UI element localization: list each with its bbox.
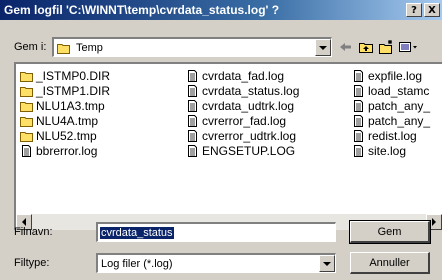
folder-icon	[20, 101, 33, 112]
list-item[interactable]: _ISTMP0.DIR	[20, 68, 110, 83]
list-item-label: redist.log	[368, 128, 417, 143]
file-list[interactable]: _ISTMP0.DIR _ISTMP1.DIR NLU1A3.tmp NLU4A.tm…	[14, 62, 442, 230]
close-button[interactable]: X	[424, 3, 440, 17]
dialog-title: Gem logfil 'C:\WINNT\temp\cvrdata_status…	[4, 3, 280, 17]
list-item-label: bbrerror.log	[36, 143, 98, 158]
document-icon	[188, 129, 197, 142]
cancel-button[interactable]: Annuller	[350, 252, 430, 274]
save-button[interactable]: Gem	[349, 220, 431, 244]
folder-icon	[20, 71, 33, 82]
document-icon	[354, 114, 363, 127]
list-item[interactable]: redist.log	[352, 128, 430, 143]
filetype-label: Filtype:	[14, 257, 50, 269]
document-icon	[188, 69, 197, 82]
file-column-2: cvrdata_fad.log cvrdata_status.log cvrdata…	[186, 68, 299, 158]
document-icon	[354, 129, 363, 142]
view-menu-icon[interactable]	[398, 39, 420, 55]
list-item-label: cvrdata_status.log	[202, 83, 300, 98]
list-item-label: _ISTMP1.DIR	[36, 83, 111, 98]
back-arrow-icon[interactable]	[338, 39, 354, 55]
new-folder-icon[interactable]	[378, 39, 394, 55]
list-item-label: cvrdata_udtrk.log	[202, 98, 295, 113]
document-icon	[188, 99, 197, 112]
list-item-label: ENGSETUP.LOG	[202, 143, 296, 158]
list-item[interactable]: _ISTMP1.DIR	[20, 83, 110, 98]
list-item[interactable]: cvrerror_udtrk.log	[186, 128, 299, 143]
help-button[interactable]: ?	[406, 3, 422, 17]
folder-icon	[20, 131, 33, 142]
list-item-label: NLU1A3.tmp	[36, 98, 105, 113]
up-folder-icon[interactable]	[358, 39, 374, 55]
location-label: Gem i:	[14, 41, 47, 53]
filetype-combo[interactable]: Log filer (*.log)	[96, 253, 336, 273]
list-item[interactable]: patch_any_	[352, 98, 430, 113]
list-item[interactable]: NLU52.tmp	[20, 128, 110, 143]
filename-value: cvrdata_status	[100, 226, 174, 239]
folder-icon	[20, 86, 33, 97]
list-item-label: NLU4A.tmp	[36, 113, 99, 128]
filetype-value: Log filer (*.log)	[101, 257, 173, 270]
list-item[interactable]: cvrdata_status.log	[186, 83, 299, 98]
list-item[interactable]: NLU1A3.tmp	[20, 98, 110, 113]
document-icon	[354, 144, 363, 157]
filename-input[interactable]: cvrdata_status	[96, 222, 336, 242]
document-icon	[188, 144, 197, 157]
chevron-down-icon	[319, 45, 327, 50]
document-icon	[22, 144, 31, 157]
list-item-label: expfile.log	[368, 68, 423, 83]
list-item[interactable]: expfile.log	[352, 68, 430, 83]
list-item-label: cvrerror_fad.log	[202, 113, 287, 128]
list-item-label: NLU52.tmp	[36, 128, 97, 143]
list-item[interactable]: load_stamc	[352, 83, 430, 98]
list-item[interactable]: site.log	[352, 143, 430, 158]
list-item-label: load_stamc	[368, 83, 430, 98]
location-combo[interactable]: Temp	[52, 37, 332, 57]
list-item[interactable]: ENGSETUP.LOG	[186, 143, 299, 158]
document-icon	[354, 99, 363, 112]
chevron-down-icon	[323, 261, 331, 266]
file-column-3: expfile.log load_stamc patch_any_ patch_any…	[352, 68, 430, 158]
list-item[interactable]: NLU4A.tmp	[20, 113, 110, 128]
arrow-right-icon	[432, 218, 436, 226]
list-item-label: cvrerror_udtrk.log	[202, 128, 297, 143]
folder-icon	[57, 43, 70, 54]
file-column-1: _ISTMP0.DIR _ISTMP1.DIR NLU1A3.tmp NLU4A.tm…	[20, 68, 110, 158]
document-icon	[354, 84, 363, 97]
arrow-left-icon	[22, 218, 26, 226]
list-item[interactable]: cvrdata_udtrk.log	[186, 98, 299, 113]
list-item-label: patch_any_	[368, 98, 431, 113]
filetype-dropdown-button[interactable]	[319, 255, 335, 272]
list-item-label: cvrdata_fad.log	[202, 68, 285, 83]
location-value: Temp	[76, 41, 103, 54]
document-icon	[354, 69, 363, 82]
list-item-label: site.log	[368, 143, 407, 158]
document-icon	[188, 114, 197, 127]
list-item[interactable]: bbrerror.log	[20, 143, 110, 158]
document-icon	[188, 84, 197, 97]
location-dropdown-button[interactable]	[315, 39, 331, 56]
list-item[interactable]: cvrerror_fad.log	[186, 113, 299, 128]
list-item-label: _ISTMP0.DIR	[36, 68, 111, 83]
folder-icon	[20, 116, 33, 127]
title-bar: Gem logfil 'C:\WINNT\temp\cvrdata_status…	[0, 0, 442, 20]
list-item[interactable]: patch_any_	[352, 113, 430, 128]
list-item-label: patch_any_	[368, 113, 431, 128]
list-item[interactable]: cvrdata_fad.log	[186, 68, 299, 83]
filename-label: Filnavn:	[14, 226, 53, 238]
